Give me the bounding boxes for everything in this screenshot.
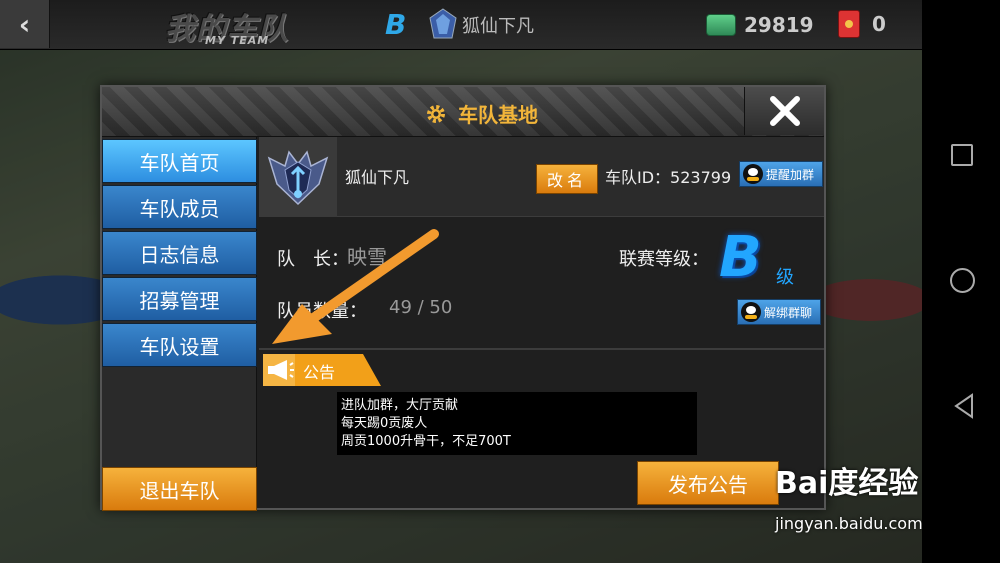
top-bar: ‹ 我的车队 MY TEAM B 狐仙下凡 29819 0 bbox=[0, 0, 922, 50]
redpack-display[interactable]: 0 bbox=[838, 10, 886, 38]
top-team-name: 狐仙下凡 bbox=[462, 16, 534, 37]
unbind-group-label: 解绑群聊 bbox=[764, 305, 813, 320]
recents-icon[interactable] bbox=[951, 144, 973, 166]
currency-value: 29819 bbox=[744, 13, 814, 37]
tab-label: 日志信息 bbox=[139, 242, 220, 267]
notice-tag-label: 公告 bbox=[303, 363, 336, 382]
tab-label: 招募管理 bbox=[139, 288, 220, 313]
game-logo: 我的车队 MY TEAM bbox=[165, 4, 335, 47]
team-base-dialog: 车队基地 车队首页 车队成员 日志信息 招募管理 车队设置 退出车队 狐仙下凡 … bbox=[100, 85, 826, 511]
league-grade-suffix: 级 bbox=[776, 267, 794, 288]
notice-line: 进队加群，大厅贡献 bbox=[341, 398, 459, 413]
watermark-brand: Bai度经验 bbox=[775, 466, 919, 501]
tab-team-settings[interactable]: 车队设置 bbox=[102, 323, 257, 367]
close-button[interactable] bbox=[744, 87, 824, 135]
close-icon bbox=[769, 96, 800, 126]
notice-line: 每天踢0贡废人 bbox=[341, 416, 428, 431]
team-emblem-icon bbox=[267, 150, 329, 206]
tab-label: 车队成员 bbox=[139, 196, 220, 221]
unbind-group-button[interactable]: 解绑群聊 bbox=[737, 299, 821, 325]
remind-join-group-label: 提醒加群 bbox=[766, 167, 815, 182]
publish-notice-button[interactable]: 发布公告 bbox=[637, 461, 779, 505]
tab-label: 车队首页 bbox=[139, 150, 220, 175]
back-button[interactable]: ‹ bbox=[0, 0, 50, 48]
team-id: 车队ID：523799 bbox=[605, 168, 732, 187]
team-name: 狐仙下凡 bbox=[345, 168, 410, 187]
tab-label: 车队设置 bbox=[139, 334, 220, 359]
cash-icon bbox=[706, 14, 736, 36]
watermark: Bai度经验 jingyan.baidu.com bbox=[775, 458, 945, 548]
currency-display[interactable]: 29819 bbox=[706, 10, 814, 40]
dialog-title: 车队基地 bbox=[424, 99, 538, 128]
chevron-left-icon: ‹ bbox=[18, 7, 31, 41]
sidebar: 车队首页 车队成员 日志信息 招募管理 车队设置 退出车队 bbox=[102, 137, 257, 511]
league-grade-badge: B bbox=[719, 225, 762, 290]
dialog-header: 车队基地 bbox=[102, 87, 824, 137]
game-logo-subtitle: MY TEAM bbox=[205, 34, 270, 47]
tab-log-info[interactable]: 日志信息 bbox=[102, 231, 257, 275]
notice-content: 进队加群，大厅贡献 每天踢0贡废人 周贡1000升骨干，不足700T bbox=[337, 392, 697, 455]
qq-icon bbox=[743, 164, 763, 184]
tab-team-home[interactable]: 车队首页 bbox=[102, 139, 257, 183]
guide-arrow-icon bbox=[272, 229, 439, 344]
notice-tag: 公告 bbox=[263, 354, 381, 386]
quit-team-button[interactable]: 退出车队 bbox=[102, 467, 257, 511]
qq-icon bbox=[741, 302, 761, 322]
team-emblem-icon bbox=[429, 8, 457, 39]
rename-button[interactable]: 改名 bbox=[536, 164, 598, 194]
megaphone-icon bbox=[268, 360, 294, 380]
league-level-label: 联赛等级： bbox=[619, 249, 709, 270]
watermark-url: jingyan.baidu.com bbox=[775, 514, 923, 533]
gear-icon bbox=[427, 104, 445, 123]
team-info-header: 狐仙下凡 改名 车队ID：523799 提醒加群 bbox=[259, 137, 824, 217]
tab-team-members[interactable]: 车队成员 bbox=[102, 185, 257, 229]
notice-line: 周贡1000升骨干，不足700T bbox=[341, 434, 511, 449]
redpack-value: 0 bbox=[872, 12, 886, 36]
home-icon[interactable] bbox=[950, 268, 975, 293]
red-envelope-icon bbox=[838, 10, 860, 38]
remind-join-group-button[interactable]: 提醒加群 bbox=[739, 161, 823, 187]
dialog-title-text: 车队基地 bbox=[458, 103, 538, 127]
tab-recruit[interactable]: 招募管理 bbox=[102, 277, 257, 321]
back-triangle-icon[interactable] bbox=[952, 393, 976, 419]
team-emblem bbox=[259, 137, 337, 217]
rank-badge: B bbox=[385, 8, 407, 41]
